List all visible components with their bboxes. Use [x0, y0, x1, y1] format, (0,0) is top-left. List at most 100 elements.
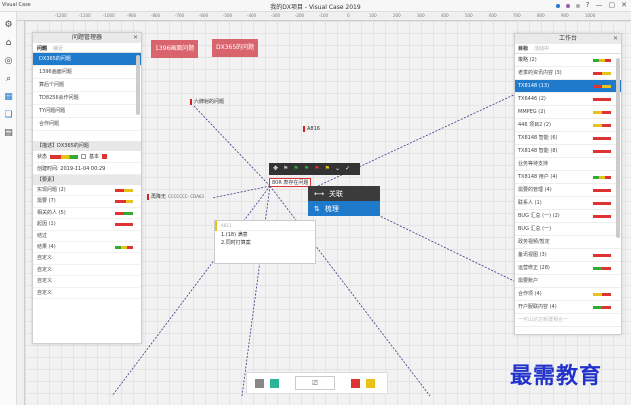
help-button[interactable]: ? — [586, 1, 590, 10]
list-item[interactable]: 1396画面问题 — [33, 66, 141, 79]
ruler-tick: -100 — [319, 13, 329, 18]
close-icon[interactable]: ✕ — [133, 33, 138, 43]
element-row[interactable]: 自定义 — [33, 253, 141, 265]
color-yellow-button[interactable] — [366, 378, 375, 388]
card-1396[interactable]: 1396画面问题 — [151, 40, 199, 58]
status-dot-gray[interactable] — [575, 3, 580, 8]
element-row[interactable]: 需要 (7) — [33, 196, 141, 208]
element-row[interactable]: 自定义 — [33, 265, 141, 277]
item-label: TX8148 智能 (6) — [518, 135, 558, 141]
move-icon[interactable]: ✥ — [273, 163, 278, 175]
image-icon[interactable]: ⎚ — [295, 376, 335, 390]
list-scrollbar[interactable] — [136, 55, 140, 115]
flag-green-icon[interactable]: ⚑ — [293, 163, 298, 175]
menu-item-sort[interactable]: ⇅ 梳理 — [308, 201, 380, 216]
color-gray-button[interactable] — [255, 378, 264, 388]
list-item[interactable]: 备讯视图 (3) — [515, 249, 621, 262]
element-row[interactable]: 自定义 — [33, 288, 141, 299]
item-label: TX8148 (13) — [518, 83, 550, 89]
ruler-tick: -300 — [271, 13, 281, 18]
node-problem-3[interactable]: 再降无 CCCCCCC- CDA63 — [147, 193, 204, 200]
node-selected[interactable]: 80R 表存在问题 — [269, 178, 312, 187]
list-item[interactable]: TX8148 智能 (8) — [515, 145, 621, 158]
flag-yellow-icon[interactable]: ⚑ — [325, 163, 330, 175]
status-bar[interactable] — [50, 154, 79, 159]
node-problem-1[interactable]: 六牌射的问题 — [190, 98, 224, 105]
status-dot-purple[interactable] — [565, 3, 570, 8]
checkbox[interactable] — [81, 154, 87, 159]
list-item[interactable]: TX8148 用户 (4) — [515, 171, 621, 184]
item-label: 运营修正 (28) — [518, 265, 550, 271]
list-item[interactable]: 合作问题 — [33, 118, 141, 131]
search-icon[interactable]: ⌕ — [2, 72, 15, 85]
note-card[interactable]: A811 1.(18) 满意 2.同时打算案 — [214, 220, 316, 264]
window-title: 我的DX项目 - Visual Case 2019 — [270, 4, 361, 11]
flag-gray-icon[interactable]: ⚑ — [283, 163, 288, 175]
item-bar — [593, 293, 611, 296]
card-dx365[interactable]: DX365的问题 — [212, 39, 259, 57]
element-row[interactable]: 自定义 — [33, 276, 141, 288]
close-icon[interactable]: ✕ — [613, 34, 618, 44]
minimize-button[interactable]: — — [596, 1, 603, 10]
list-item[interactable]: DX365的问题 — [33, 53, 141, 66]
list-scrollbar[interactable] — [616, 58, 620, 238]
panel-header: 问题管理器 ✕ — [33, 33, 141, 43]
list-item[interactable]: TX8148 智能 (6) — [515, 132, 621, 145]
grid-icon[interactable]: ▦ — [2, 90, 15, 103]
menu-item-link[interactable]: ⟷ 关联 — [308, 186, 380, 201]
element-label: 结过 — [37, 232, 48, 239]
list-item[interactable]: 446 项目2 (2) — [515, 119, 621, 132]
node-toolbar: ✥ ⚑ ⚑ ⚑ ⚑ ⚑ ⌄ ✓ — [269, 163, 360, 175]
list-item[interactable]: 合作项 (4) — [515, 288, 621, 301]
maximize-button[interactable]: ▢ — [609, 1, 616, 10]
node-a816[interactable]: A816 — [303, 126, 320, 132]
list-item[interactable]: MMPEG (2) — [515, 106, 621, 119]
basic-checkbox[interactable] — [102, 154, 108, 159]
list-item[interactable]: 需要账户 — [515, 275, 621, 288]
color-teal-button[interactable] — [270, 378, 279, 388]
list-item[interactable]: 业务等待支持 — [515, 158, 621, 171]
list-item[interactable]: 老季的资讯内容 (3) — [515, 67, 621, 80]
ruler-tick: -500 — [223, 13, 233, 18]
list-item[interactable]: 开户服联内容 (4) — [515, 301, 621, 314]
list-item[interactable]: 策略 (2) — [515, 54, 621, 67]
node-label: A816 — [307, 126, 320, 132]
status-dot-blue[interactable] — [555, 3, 560, 8]
element-row[interactable]: 结过 — [33, 231, 141, 242]
element-row[interactable]: 相关的人 (5) — [33, 208, 141, 220]
list-item[interactable]: BUG 汇总 (一) — [515, 223, 621, 236]
tab-active[interactable]: 活动中 — [534, 45, 549, 52]
element-row[interactable]: 实现问题 (2) — [33, 185, 141, 197]
list-item[interactable]: TX8148 (13) — [515, 80, 621, 93]
list-item[interactable]: TY问题问题 — [33, 105, 141, 118]
list-item[interactable]: 政务视频/暂定 — [515, 236, 621, 249]
color-red-button[interactable] — [351, 378, 360, 388]
bottom-toolbar: ⎚ — [246, 372, 388, 394]
home-icon[interactable]: ⌂ — [2, 36, 15, 49]
check-icon[interactable]: ✓ — [345, 163, 350, 175]
tab-near[interactable]: 接近 — [53, 45, 63, 52]
item-label: TX6446 (2) — [518, 96, 546, 102]
layers-icon[interactable]: ❏ — [2, 108, 15, 121]
list-item[interactable]: 需要的管理 (4) — [515, 184, 621, 197]
flag-green2-icon[interactable]: ⚑ — [304, 163, 309, 175]
list-item[interactable]: TX6446 (2) — [515, 93, 621, 106]
list-item[interactable]: 运营修正 (28) — [515, 262, 621, 275]
element-row[interactable]: 起因 (1) — [33, 219, 141, 231]
list-item[interactable]: TD8256会作问题 — [33, 92, 141, 105]
gear-icon[interactable]: ⚙ — [2, 18, 15, 31]
element-row[interactable]: 结果 (4) — [33, 242, 141, 254]
list-item[interactable]: 联系人 (1) — [515, 197, 621, 210]
list-item[interactable]: BUG 汇总 (一) (2) — [515, 210, 621, 223]
close-button[interactable]: ✕ — [621, 1, 627, 10]
panel-title: 问题管理器 — [71, 34, 102, 41]
list-item[interactable]: 算后个问题 — [33, 79, 141, 92]
list-item[interactable]: 一可山达达新建相合一 — [515, 314, 621, 327]
tab-problems[interactable]: 问题 — [37, 45, 47, 52]
tab-target[interactable]: 目标 — [518, 45, 528, 52]
chevron-down-icon[interactable]: ⌄ — [335, 163, 340, 175]
target-icon[interactable]: ◎ — [2, 54, 15, 67]
node-label: 六牌射的问题 — [194, 99, 225, 105]
doc-icon[interactable]: ▤ — [2, 126, 15, 139]
flag-red-icon[interactable]: ⚑ — [314, 163, 319, 175]
